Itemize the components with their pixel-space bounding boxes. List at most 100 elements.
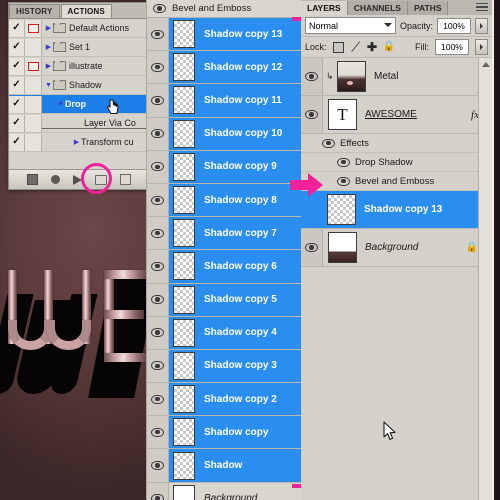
lock-all-icon[interactable]: 🔒 (383, 42, 395, 53)
action-row[interactable]: ✓ ▼ Shadow (9, 76, 148, 95)
action-row[interactable]: ✓ Layer Via Co (9, 114, 148, 133)
action-toggle-checkbox[interactable]: ✓ (9, 133, 25, 151)
play-icon[interactable] (72, 174, 82, 185)
disclosure-triangle-icon[interactable]: ▼ (56, 101, 65, 108)
layer-row-metal[interactable]: ↳ Metal (301, 58, 492, 96)
tab-channels[interactable]: CHANNELS (347, 1, 408, 15)
actions-panel[interactable]: HISTORY ACTIONS ✓ ▶ Default Actions ✓ ▶ (8, 2, 149, 194)
layers-list[interactable]: ↳ Metal T AWESOME fx Effects Drop Shadow (301, 58, 492, 500)
opacity-slider-arrow[interactable] (475, 17, 488, 34)
lock-transparency-icon[interactable] (332, 41, 344, 53)
fill-slider-arrow[interactable] (475, 39, 488, 55)
layer-row[interactable]: Shadow copy 8 (147, 183, 301, 218)
new-page-icon[interactable] (119, 174, 131, 185)
effect-row-drop-shadow[interactable]: Drop Shadow (301, 153, 492, 172)
tab-paths[interactable]: PATHS (407, 1, 449, 15)
layer-row[interactable]: Shadow copy 7 (147, 217, 301, 251)
action-toggle-checkbox[interactable]: ✓ (9, 95, 25, 113)
eye-icon[interactable] (337, 157, 350, 167)
layer-visibility-toggle[interactable] (147, 349, 169, 383)
layer-visibility-toggle[interactable] (147, 250, 169, 283)
action-toggle-checkbox[interactable]: ✓ (9, 57, 25, 75)
middle-layers-list[interactable]: Bevel and Emboss Shadow copy 13 Shadow c… (146, 0, 302, 500)
layer-row-awesome[interactable]: T AWESOME fx (301, 96, 492, 134)
disclosure-triangle-icon[interactable]: ▼ (44, 82, 53, 89)
layer-visibility-toggle[interactable] (301, 229, 323, 266)
layer-visibility-toggle[interactable] (147, 316, 169, 349)
disclosure-triangle-icon[interactable]: ▶ (44, 25, 53, 32)
layer-visibility-toggle[interactable] (147, 383, 169, 416)
blend-mode-row[interactable]: Normal Opacity: 100% (301, 15, 492, 37)
layer-row[interactable]: Shadow copy 4 (147, 316, 301, 350)
eye-icon[interactable] (322, 138, 335, 148)
action-row[interactable]: ✓ ▶ Default Actions (9, 19, 148, 38)
layer-row[interactable]: Shadow copy 10 (147, 117, 301, 151)
action-row[interactable]: ✓ ▶ Set 1 (9, 38, 148, 57)
layer-row[interactable]: Shadow copy 5 (147, 283, 301, 317)
layer-visibility-toggle[interactable] (301, 191, 322, 228)
action-dialog-toggle[interactable] (25, 114, 42, 132)
lock-row[interactable]: Lock: ╱ ✚ 🔒 Fill: 100% (301, 37, 492, 58)
layer-row[interactable]: Background (147, 482, 301, 500)
action-dialog-toggle[interactable] (25, 133, 42, 151)
disclosure-triangle-icon[interactable]: ▶ (44, 63, 53, 70)
tab-history[interactable]: HISTORY (9, 4, 60, 18)
lock-position-icon[interactable]: ✚ (367, 41, 378, 53)
layer-row[interactable]: Shadow copy 9 (147, 150, 301, 184)
layer-visibility-toggle[interactable] (147, 18, 169, 51)
layer-row[interactable]: Shadow copy 6 (147, 250, 301, 284)
lock-image-icon[interactable]: ╱ (348, 40, 361, 53)
layer-row[interactable]: Shadow copy (147, 416, 301, 450)
scroll-up-arrow[interactable] (479, 58, 492, 70)
layer-visibility-toggle[interactable] (147, 183, 169, 217)
action-row-selected[interactable]: ✓ ▼ Drop (9, 95, 148, 114)
action-row[interactable]: ✓ ▶ illustrate (9, 57, 148, 76)
layers-panel[interactable]: LAYERS CHANNELS PATHS Normal Opacity: 10… (301, 0, 492, 500)
action-dialog-toggle[interactable] (25, 57, 42, 75)
eye-icon[interactable] (337, 176, 350, 186)
record-icon[interactable] (50, 175, 60, 184)
layer-visibility-toggle[interactable] (301, 96, 323, 133)
layer-visibility-toggle[interactable] (301, 58, 323, 95)
layer-row[interactable]: Shadow copy 13 (147, 18, 301, 52)
eye-icon[interactable] (153, 4, 166, 13)
layer-visibility-toggle[interactable] (147, 51, 169, 84)
action-dialog-toggle[interactable] (25, 38, 42, 56)
layer-visibility-toggle[interactable] (147, 416, 169, 449)
folder-icon[interactable] (94, 174, 107, 185)
opacity-input[interactable]: 100% (437, 17, 471, 34)
action-row[interactable]: ✓ ▶ Transform cu (9, 133, 148, 152)
layer-row[interactable]: Shadow copy 11 (147, 84, 301, 118)
layer-visibility-toggle[interactable] (147, 84, 169, 117)
layer-row[interactable]: Shadow (147, 449, 301, 483)
action-dialog-toggle[interactable] (25, 76, 42, 94)
actions-list[interactable]: ✓ ▶ Default Actions ✓ ▶ Set 1 ✓ ▶ illust… (9, 19, 148, 169)
layer-row-background[interactable]: Background 🔒 (301, 229, 492, 267)
layer-visibility-toggle[interactable] (147, 150, 169, 183)
actions-toolbar[interactable] (9, 169, 148, 189)
actions-panel-tabs[interactable]: HISTORY ACTIONS (9, 3, 148, 19)
stop-icon[interactable] (26, 174, 38, 185)
effects-group-row[interactable]: Effects (301, 134, 492, 153)
layers-scrollbar[interactable] (478, 58, 492, 500)
disclosure-triangle-icon[interactable]: ▶ (72, 139, 81, 146)
layers-panel-tabs[interactable]: LAYERS CHANNELS PATHS (301, 0, 492, 15)
layer-row-shadow-copy-13[interactable]: Shadow copy 13 (301, 191, 492, 229)
layer-visibility-toggle[interactable] (147, 482, 169, 500)
layer-row[interactable]: Shadow copy 12 (147, 51, 301, 85)
blend-mode-select[interactable]: Normal (305, 17, 396, 34)
layer-row[interactable]: Shadow copy 2 (147, 383, 301, 417)
action-toggle-checkbox[interactable]: ✓ (9, 38, 25, 56)
layer-row[interactable]: Shadow copy 3 (147, 349, 301, 384)
action-toggle-checkbox[interactable]: ✓ (9, 19, 25, 37)
layer-visibility-toggle[interactable] (147, 117, 169, 150)
tab-layers[interactable]: LAYERS (301, 1, 348, 15)
tab-actions[interactable]: ACTIONS (60, 4, 112, 18)
action-dialog-toggle[interactable] (25, 95, 42, 113)
effect-row-bevel-emboss[interactable]: Bevel and Emboss (301, 172, 492, 191)
action-toggle-checkbox[interactable]: ✓ (9, 114, 25, 132)
fill-input[interactable]: 100% (435, 39, 469, 55)
disclosure-triangle-icon[interactable]: ▶ (44, 44, 53, 51)
layer-visibility-toggle[interactable] (147, 283, 169, 316)
layer-visibility-toggle[interactable] (147, 449, 169, 482)
